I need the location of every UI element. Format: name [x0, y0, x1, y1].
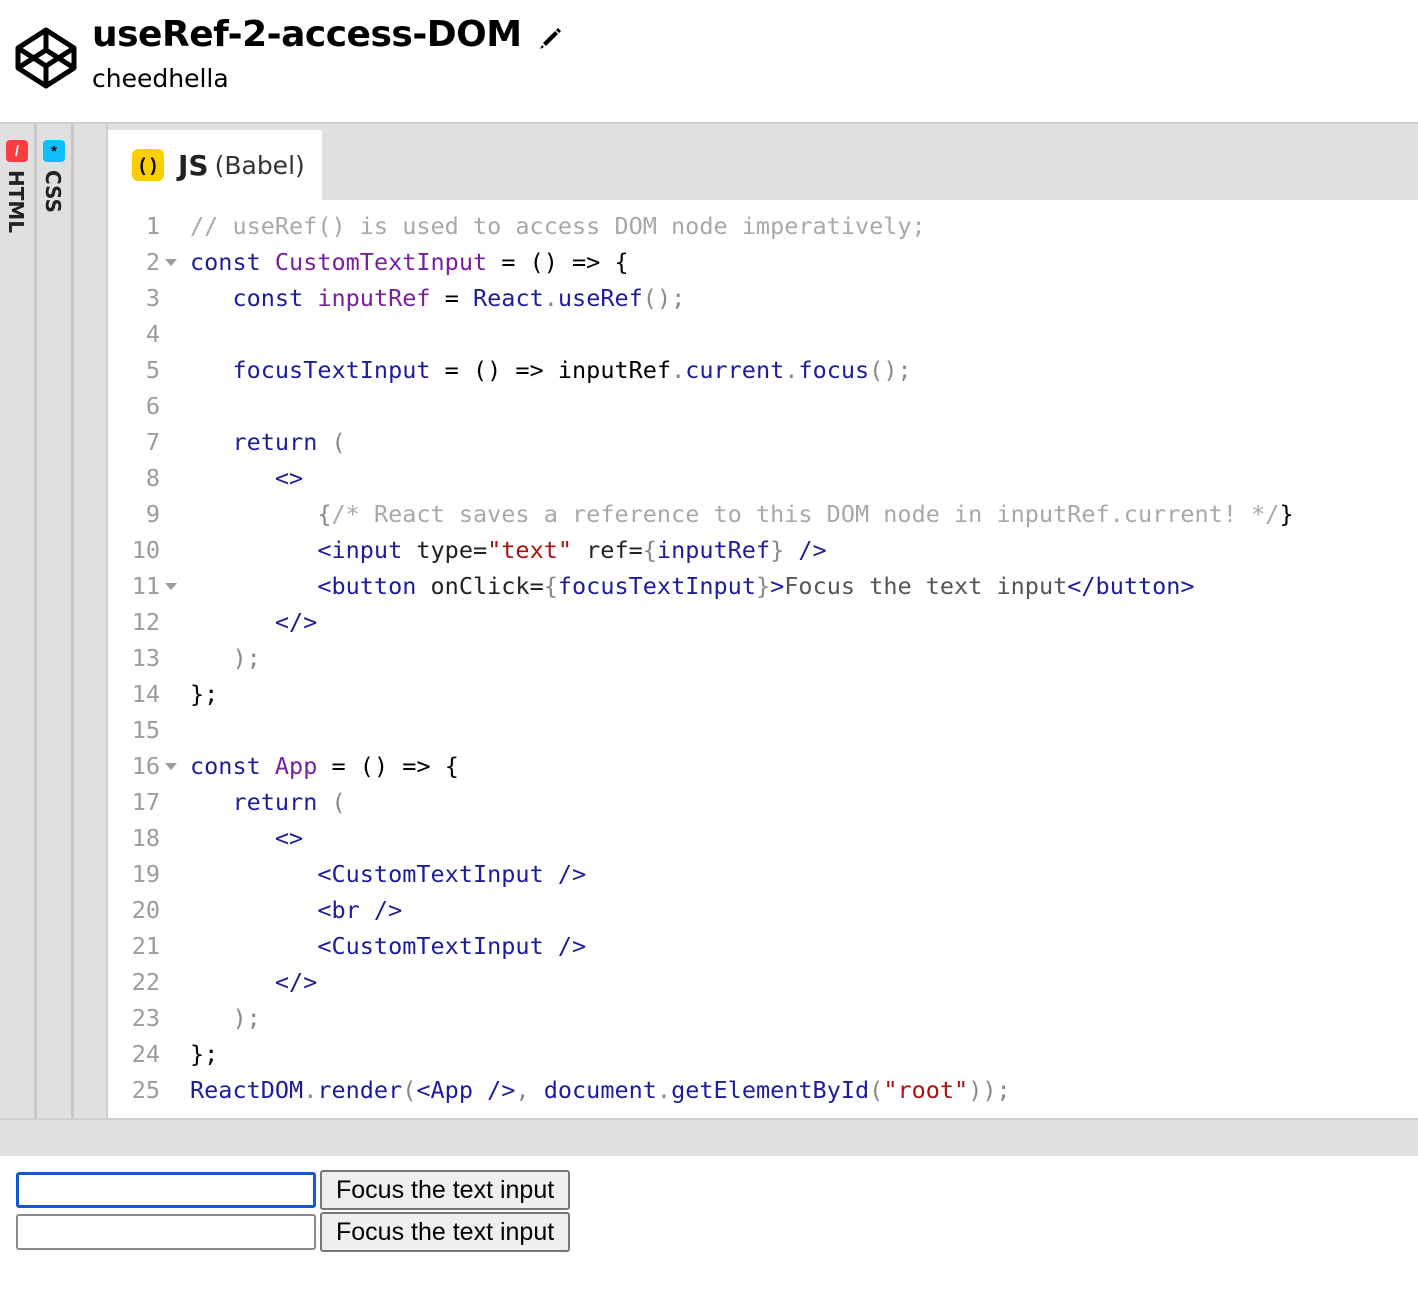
- code-line: 4: [145, 320, 160, 348]
- js-tab-bar: ( ) JS (Babel): [108, 124, 1418, 200]
- code-line: 18 <>: [131, 824, 304, 852]
- code-line: 21 <CustomTextInput />: [131, 932, 587, 960]
- text-input-2[interactable]: [16, 1214, 316, 1250]
- code-line: 11 <button onClick={focusTextInput}>Focu…: [131, 572, 1195, 600]
- code-line: 12 </>: [131, 608, 318, 636]
- code-line: 24};: [131, 1040, 219, 1068]
- editor-area: / HTML * CSS ( ) JS (Babel) 1// useRef()…: [0, 124, 1418, 1118]
- editor-resize-bar[interactable]: [0, 1118, 1418, 1156]
- code-line: 22 </>: [131, 968, 318, 996]
- codepen-logo-icon[interactable]: [14, 26, 78, 90]
- text-input-1[interactable]: [16, 1172, 316, 1208]
- result-preview: Focus the text input Focus the text inpu…: [0, 1156, 1418, 1292]
- css-icon: *: [43, 140, 65, 162]
- fold-arrow-icon[interactable]: [165, 259, 177, 266]
- pen-title: useRef-2-access-DOM: [92, 14, 522, 55]
- code-line: 9 {/* React saves a reference to this DO…: [145, 500, 1294, 528]
- code-line: 8 <>: [145, 464, 304, 492]
- css-pane-label: CSS: [41, 170, 65, 213]
- code-line: 17 return (: [131, 788, 346, 816]
- js-tab-name: JS: [178, 148, 209, 182]
- fold-arrow-icon[interactable]: [165, 763, 177, 770]
- code-line: 5 focusTextInput = () => inputRef.curren…: [145, 356, 912, 384]
- tab-js[interactable]: ( ) JS (Babel): [108, 130, 322, 200]
- custom-text-input-2: Focus the text input: [16, 1212, 571, 1252]
- code-line: 2 const CustomTextInput = () => {: [145, 248, 629, 276]
- js-babel-icon: ( ): [132, 149, 164, 181]
- code-line: 20 <br />: [131, 896, 403, 924]
- html-pane-label: HTML: [4, 170, 28, 234]
- code-line: 7 return (: [145, 428, 346, 456]
- code-line: 25 ReactDOM.render(<App />, document.getE…: [131, 1076, 1011, 1104]
- js-editor-pane: ( ) JS (Babel) 1// useRef() is used to a…: [108, 124, 1418, 1118]
- code-line: 13 );: [131, 644, 261, 672]
- code-line: 14};: [131, 680, 219, 708]
- pencil-edit-icon[interactable]: [536, 23, 564, 51]
- pen-author[interactable]: cheedhella: [92, 64, 229, 93]
- custom-text-input-1: Focus the text input: [16, 1170, 571, 1210]
- code-line: 3 const inputRef = React.useRef();: [145, 284, 686, 312]
- js-tab-preprocessor: (Babel): [214, 150, 305, 180]
- code-line: 15: [131, 716, 160, 744]
- focus-button-1[interactable]: Focus the text input: [320, 1170, 571, 1210]
- fold-arrow-icon[interactable]: [165, 583, 177, 590]
- html-icon: /: [6, 140, 28, 162]
- pen-header: useRef-2-access-DOM cheedhella: [0, 0, 1418, 122]
- css-pane-collapsed[interactable]: * CSS: [37, 124, 74, 1118]
- html-pane-collapsed[interactable]: / HTML: [0, 124, 37, 1118]
- code-line: 19 <CustomTextInput />: [131, 860, 587, 888]
- code-line: 10 <input type="text" ref={inputRef} />: [131, 536, 827, 564]
- focus-button-2[interactable]: Focus the text input: [320, 1212, 571, 1252]
- pane-resize-handle[interactable]: [74, 124, 108, 1118]
- code-line: 23 );: [131, 1004, 261, 1032]
- code-editor[interactable]: 1// useRef() is used to access DOM node …: [108, 208, 1418, 1118]
- code-line: 16 const App = () => {: [131, 752, 459, 780]
- code-line: 1// useRef() is used to access DOM node …: [145, 212, 926, 240]
- code-line: 6: [145, 392, 160, 420]
